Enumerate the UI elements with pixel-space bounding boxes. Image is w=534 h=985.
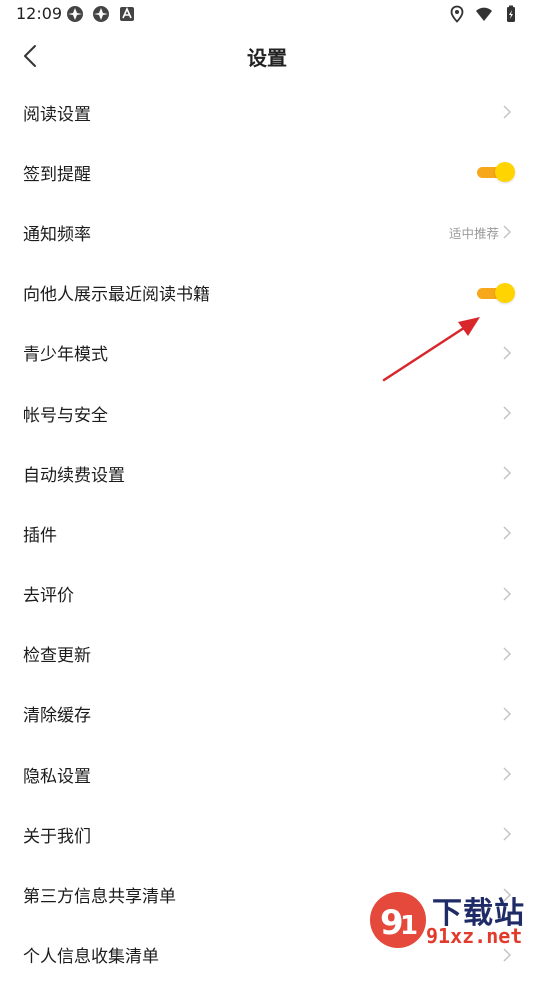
chevron-right-icon (503, 767, 512, 781)
settings-list: 阅读设置 签到提醒 通知频率 适中推荐 向他人展示最近阅读书籍 青少年模式 帐号… (0, 82, 534, 985)
settings-row-label: 隐私设置 (23, 766, 91, 787)
status-left-icons (66, 5, 136, 23)
svg-text:1: 1 (400, 911, 418, 941)
page-title: 设置 (247, 46, 287, 70)
settings-row-label: 检查更新 (23, 646, 91, 667)
status-time: 12:09 (16, 4, 63, 23)
chevron-right-icon (503, 707, 512, 721)
wifi-icon (476, 7, 492, 21)
chevron-right-icon (503, 346, 512, 360)
settings-row-label: 插件 (23, 525, 57, 546)
location-icon (450, 5, 464, 23)
settings-row-about-us[interactable]: 关于我们 (0, 804, 534, 864)
settings-row-label: 个人信息收集清单 (23, 947, 159, 968)
android-notification-icon (120, 7, 134, 21)
settings-row-account-security[interactable]: 帐号与安全 (0, 383, 534, 443)
chevron-right-icon (503, 466, 512, 480)
settings-row-auto-renewal[interactable]: 自动续费设置 (0, 443, 534, 503)
toggle-knob (495, 282, 515, 303)
annotation-arrow-icon (382, 317, 480, 382)
settings-row-label: 自动续费设置 (23, 465, 125, 486)
chevron-right-icon (503, 105, 512, 119)
settings-row-check-updates[interactable]: 检查更新 (0, 624, 534, 684)
watermark-bottom-text: 91xz.net (426, 924, 523, 948)
chevron-right-icon (503, 827, 512, 841)
app-notification-icon (67, 6, 83, 22)
settings-row-label: 通知频率 (23, 224, 91, 245)
settings-row-privacy[interactable]: 隐私设置 (0, 744, 534, 804)
chevron-right-icon (503, 526, 512, 540)
settings-row-label: 青少年模式 (23, 345, 108, 366)
settings-row-rate-app[interactable]: 去评价 (0, 564, 534, 624)
show-recent-reading-toggle[interactable] (477, 282, 515, 303)
settings-row-checkin-reminder: 签到提醒 (0, 142, 534, 202)
settings-row-label: 第三方信息共享清单 (23, 887, 176, 908)
settings-row-label: 关于我们 (23, 826, 91, 847)
checkin-reminder-toggle[interactable] (477, 162, 515, 183)
settings-row-label: 签到提醒 (23, 164, 91, 185)
settings-row-label: 阅读设置 (23, 104, 91, 125)
settings-row-label: 向他人展示最近阅读书籍 (23, 285, 210, 306)
chevron-right-icon (503, 225, 512, 239)
toggle-knob (495, 162, 515, 183)
settings-row-label: 帐号与安全 (23, 405, 108, 426)
battery-icon (507, 5, 515, 22)
chevron-right-icon (503, 647, 512, 661)
status-right-icons (448, 5, 520, 23)
app-notification-icon (93, 6, 109, 22)
chevron-right-icon (503, 406, 512, 420)
settings-row-label: 去评价 (23, 586, 74, 607)
settings-row-reading[interactable]: 阅读设置 (0, 82, 534, 142)
settings-row-clear-cache[interactable]: 清除缓存 (0, 684, 534, 744)
settings-row-notification-frequency[interactable]: 通知频率 适中推荐 (0, 202, 534, 262)
notification-frequency-value: 适中推荐 (448, 225, 499, 241)
settings-row-label: 清除缓存 (23, 706, 91, 727)
header: 设置 (0, 28, 534, 84)
chevron-right-icon (503, 587, 512, 601)
settings-row-plugins[interactable]: 插件 (0, 503, 534, 563)
status-bar: 12:09 (0, 0, 534, 28)
